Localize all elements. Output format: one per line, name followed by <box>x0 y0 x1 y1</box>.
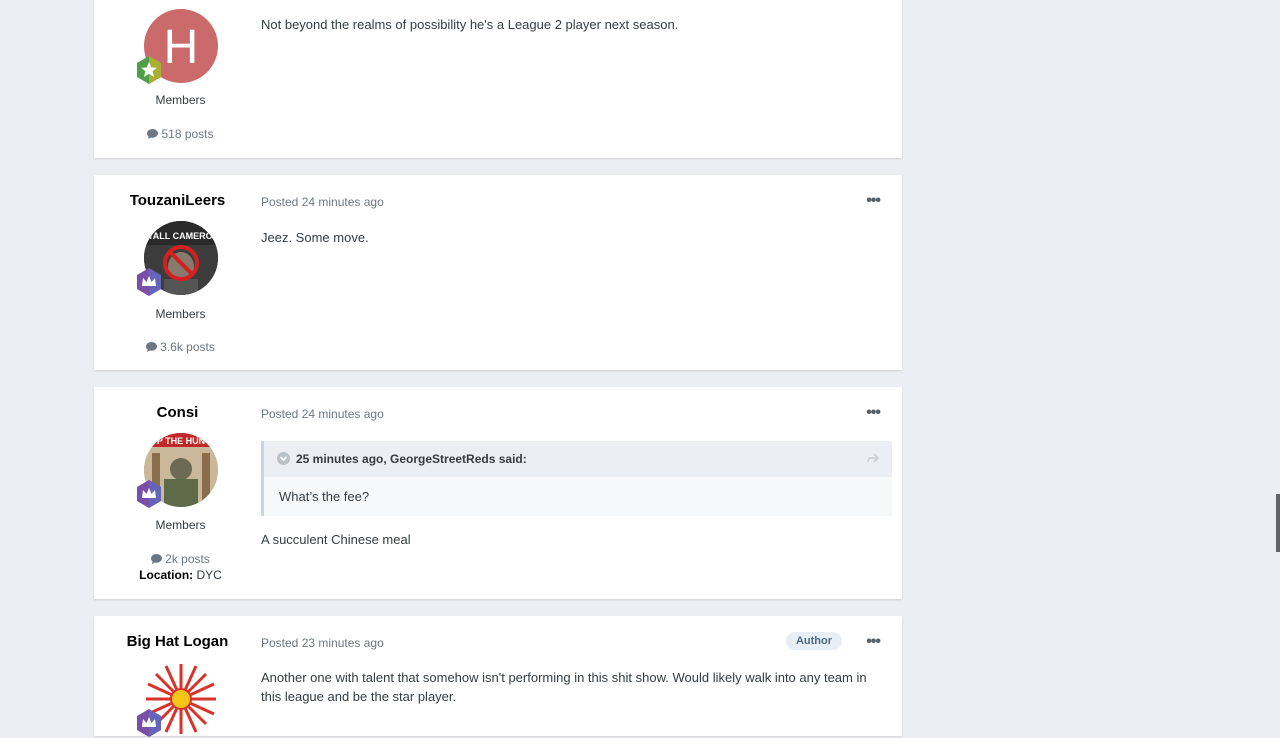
posted-time[interactable]: Posted 24 minutes ago <box>261 195 384 209</box>
member-group: Members <box>155 307 206 321</box>
author-badge: Author <box>785 632 842 650</box>
avatar-caption: P THE HUN <box>157 436 205 446</box>
quote-header[interactable]: 25 minutes ago, GeorgeStreetReds said: <box>264 441 892 477</box>
comment-icon <box>147 129 159 139</box>
post-3: Consi P THE HUN Members 2k posts Locatio… <box>94 387 902 599</box>
location-label: Location: <box>139 568 194 582</box>
post-count-label: 3.6k posts <box>160 340 215 354</box>
member-group: Members <box>155 93 206 107</box>
post-1: H Members 518 posts Not beyond the realm… <box>94 0 902 158</box>
member-location: Location: DYC <box>94 568 267 582</box>
posted-time[interactable]: Posted 24 minutes ago <box>261 407 384 421</box>
post-count-label: 2k posts <box>165 552 210 566</box>
avatar-letter: H <box>164 21 199 74</box>
post-4: Big Hat Logan Posted 23 minutes ago Auth… <box>94 616 902 737</box>
author-name[interactable]: Big Hat Logan <box>94 633 261 650</box>
share-arrow-icon[interactable] <box>866 451 880 465</box>
chevron-down-icon[interactable] <box>277 452 290 465</box>
post-content: Not beyond the realms of possibility he'… <box>261 17 679 32</box>
post-count[interactable]: 3.6k posts <box>94 340 267 354</box>
location-value: DYC <box>196 568 222 582</box>
post-count-label: 518 posts <box>161 127 214 141</box>
quote-citation: 25 minutes ago, GeorgeStreetReds said: <box>296 452 527 466</box>
quote-text: What’s the fee? <box>279 489 370 504</box>
comment-icon <box>151 554 163 564</box>
post-content: Jeez. Some move. <box>261 230 369 245</box>
posted-time[interactable]: Posted 23 minutes ago <box>261 636 384 650</box>
avatar-caption: LYALL CAMERON <box>144 231 218 241</box>
quote-block: 25 minutes ago, GeorgeStreetReds said: W… <box>261 441 892 516</box>
author-name[interactable]: TouzaniLeers <box>94 192 261 209</box>
post-menu-button[interactable]: ••• <box>866 192 881 210</box>
post-2: TouzaniLeers LYALL CAMERON Members 3.6k … <box>94 175 902 370</box>
scrollbar-thumb[interactable] <box>1276 494 1280 552</box>
post-count[interactable]: 518 posts <box>94 127 267 141</box>
author-name[interactable]: Consi <box>94 404 261 421</box>
post-content: Another one with talent that somehow isn… <box>261 670 867 704</box>
post-menu-button[interactable]: ••• <box>866 633 881 651</box>
crown-icon <box>137 709 161 737</box>
post-content: A succulent Chinese meal <box>261 532 411 547</box>
post-count[interactable]: 2k posts <box>94 552 267 566</box>
crown-icon <box>137 480 161 508</box>
comment-icon <box>146 342 158 352</box>
post-menu-button[interactable]: ••• <box>866 404 881 422</box>
star-icon <box>137 56 161 84</box>
member-group: Members <box>155 518 206 532</box>
crown-icon <box>137 268 161 296</box>
